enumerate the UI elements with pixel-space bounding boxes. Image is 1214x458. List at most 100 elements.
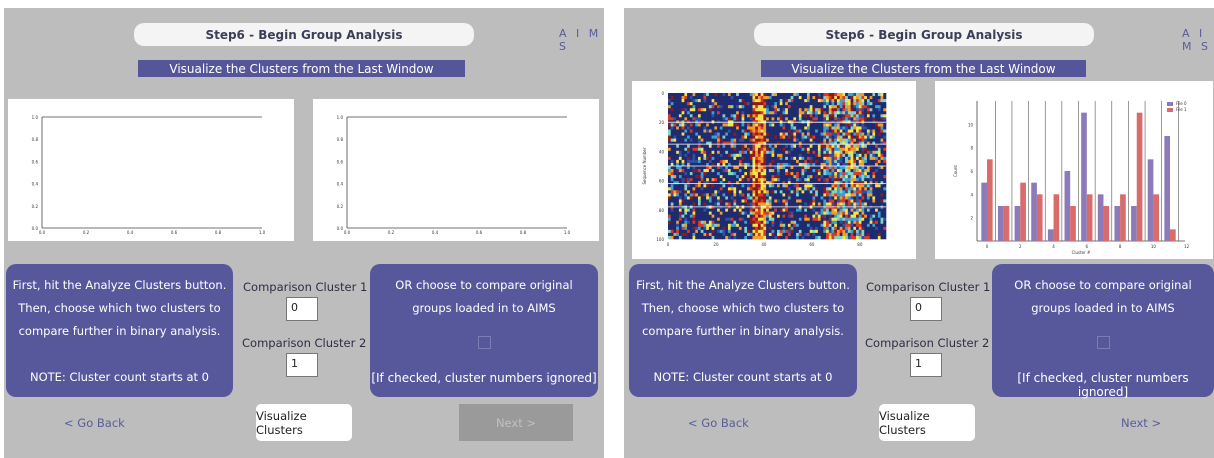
heatmap-cell: [790, 147, 794, 152]
heatmap-cell: [834, 184, 838, 188]
heatmap-cell: [768, 211, 772, 215]
heatmap-cell: [725, 196, 729, 200]
heatmap-cell: [875, 108, 879, 112]
heatmap-cell: [880, 93, 884, 97]
heatmap-cell: [689, 117, 693, 121]
heatmap-cell: [719, 223, 723, 228]
heatmap-cell: [809, 108, 813, 112]
heatmap-cell: [836, 166, 840, 170]
heatmap-cell: [668, 169, 672, 173]
heatmap-cell: [708, 193, 712, 197]
comparison-cluster-2-input[interactable]: 1: [910, 353, 942, 377]
heatmap-cell: [766, 184, 770, 188]
heatmap-cell: [861, 102, 865, 106]
visualize-clusters-button[interactable]: Visualize Clusters: [256, 404, 352, 441]
heatmap-cell: [708, 196, 712, 200]
heatmap-cell: [847, 123, 851, 127]
heatmap-cell: [766, 229, 770, 234]
heatmap-cell: [850, 138, 854, 142]
heatmap-cell: [872, 138, 876, 142]
heatmap-cell: [757, 108, 761, 112]
heatmap-cell: [845, 132, 849, 136]
heatmap-cell: [850, 235, 854, 240]
next-button[interactable]: Next >: [1121, 416, 1161, 430]
heatmap-cell: [787, 159, 791, 164]
heatmap-cell: [853, 199, 857, 203]
heatmap-cell: [700, 159, 704, 164]
heatmap-cell: [695, 111, 699, 115]
heatmap-cell: [733, 138, 737, 142]
heatmap-cell: [692, 166, 696, 170]
heatmap-cell: [875, 144, 879, 149]
heatmap-cell: [763, 199, 767, 203]
visualize-clusters-button[interactable]: Visualize Clusters: [879, 404, 975, 441]
heatmap-cell: [673, 181, 677, 185]
heatmap-cell: [834, 129, 838, 133]
heatmap-cell: [755, 220, 759, 225]
heatmap-cell: [801, 144, 805, 149]
heatmap-cell: [826, 135, 830, 139]
heatmap-cell: [869, 202, 873, 206]
heatmap-cell: [700, 232, 704, 237]
heatmap-cell: [714, 117, 718, 121]
heatmap-cell: [695, 232, 699, 237]
heatmap-cell: [777, 199, 781, 203]
heatmap-cell: [820, 108, 824, 112]
heatmap-cell: [717, 93, 721, 97]
heatmap-cell: [774, 223, 778, 228]
heatmap-cell: [766, 138, 770, 142]
heatmap-cell: [744, 211, 748, 215]
heatmap-cell: [790, 193, 794, 197]
heatmap-cell: [668, 135, 672, 139]
original-groups-checkbox[interactable]: [478, 336, 491, 349]
heatmap-cell: [858, 105, 862, 109]
heatmap-cell: [823, 187, 827, 191]
heatmap-cell: [856, 114, 860, 118]
heatmap-cell: [719, 220, 723, 225]
heatmap-cell: [877, 178, 881, 182]
heatmap-cell: [856, 126, 860, 130]
heatmap-cell: [757, 235, 761, 240]
heatmap-cell: [766, 150, 770, 155]
heatmap-cell: [733, 93, 737, 97]
heatmap-cell: [804, 105, 808, 109]
heatmap-cell: [763, 96, 767, 100]
heatmap-cell: [697, 178, 701, 182]
heatmap-cell: [692, 190, 696, 194]
heatmap-cell: [858, 208, 862, 212]
heatmap-cell: [676, 153, 680, 158]
heatmap-cell: [733, 232, 737, 237]
heatmap-cell: [676, 126, 680, 130]
heatmap-cell: [858, 226, 862, 231]
go-back-link[interactable]: < Go Back: [688, 416, 749, 430]
heatmap-cell: [804, 126, 808, 130]
heatmap-cell: [836, 135, 840, 139]
heatmap-cell: [847, 147, 851, 152]
comparison-cluster-1-input[interactable]: 0: [910, 297, 942, 321]
heatmap-cell: [708, 138, 712, 142]
heatmap-cell: [717, 208, 721, 212]
heatmap-cell: [676, 232, 680, 237]
heatmap-cell: [787, 126, 791, 130]
original-groups-checkbox[interactable]: [1097, 336, 1110, 349]
heatmap-cell: [845, 114, 849, 118]
go-back-link[interactable]: < Go Back: [64, 416, 125, 430]
heatmap-cell: [836, 126, 840, 130]
instructions-line-3: compare further in binary analysis.: [642, 324, 844, 338]
heatmap-cell: [820, 187, 824, 191]
heatmap-cell: [695, 229, 699, 234]
x-tick-label: 0.8: [520, 230, 527, 235]
heatmap-cell: [828, 172, 832, 176]
heatmap-cell: [741, 178, 745, 182]
comparison-cluster-2-input[interactable]: 1: [286, 353, 318, 377]
comparison-cluster-1-input[interactable]: 0: [286, 297, 318, 321]
heatmap-cell: [719, 129, 723, 133]
heatmap-cell: [749, 117, 753, 121]
next-button[interactable]: Next >: [459, 404, 573, 441]
heatmap-cell: [777, 226, 781, 231]
heatmap-cell: [831, 150, 835, 155]
heatmap-cell: [736, 232, 740, 237]
heatmap-cell: [845, 96, 849, 100]
heatmap-cell: [678, 214, 682, 219]
heatmap-cell: [850, 159, 854, 164]
